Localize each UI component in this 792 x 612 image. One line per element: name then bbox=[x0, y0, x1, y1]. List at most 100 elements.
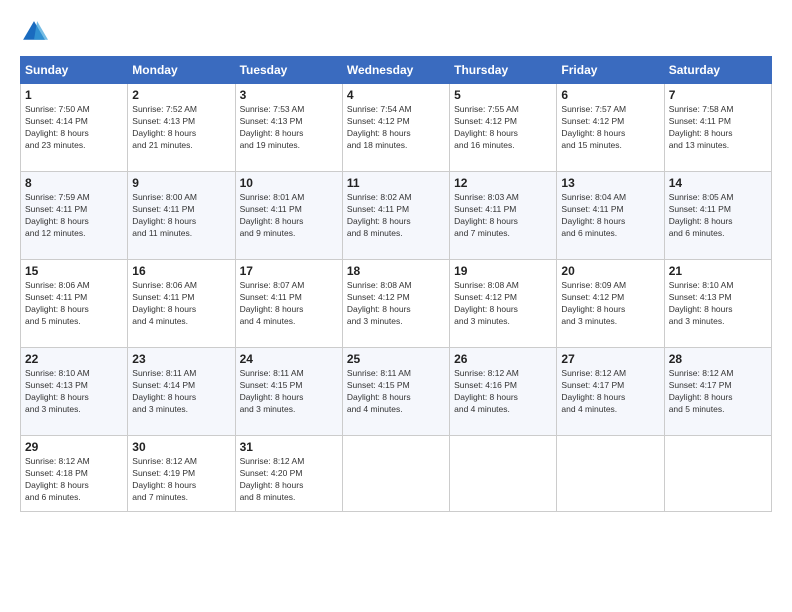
day-info: Sunrise: 8:06 AMSunset: 4:11 PMDaylight:… bbox=[132, 280, 230, 328]
calendar-cell: 4 Sunrise: 7:54 AMSunset: 4:12 PMDaylight… bbox=[342, 84, 449, 172]
day-number: 4 bbox=[347, 88, 445, 102]
day-number: 21 bbox=[669, 264, 767, 278]
day-info: Sunrise: 8:03 AMSunset: 4:11 PMDaylight:… bbox=[454, 192, 552, 240]
calendar-cell bbox=[664, 436, 771, 512]
calendar-cell: 31 Sunrise: 8:12 AMSunset: 4:20 PMDayligh… bbox=[235, 436, 342, 512]
calendar-cell: 6Sunrise: 7:57 AMSunset: 4:12 PMDaylight… bbox=[557, 84, 664, 172]
day-number: 7 bbox=[669, 88, 767, 102]
calendar-cell: 15Sunrise: 8:06 AMSunset: 4:11 PMDayligh… bbox=[21, 260, 128, 348]
day-number: 26 bbox=[454, 352, 552, 366]
calendar-cell: 29Sunrise: 8:12 AMSunset: 4:18 PMDayligh… bbox=[21, 436, 128, 512]
day-number: 5 bbox=[454, 88, 552, 102]
dow-header-tuesday: Tuesday bbox=[235, 57, 342, 84]
week-row-5: 29Sunrise: 8:12 AMSunset: 4:18 PMDayligh… bbox=[21, 436, 772, 512]
day-info: Sunrise: 8:11 AMSunset: 4:15 PMDaylight:… bbox=[347, 368, 445, 416]
calendar-cell bbox=[557, 436, 664, 512]
calendar-cell: 21 Sunrise: 8:10 AMSunset: 4:13 PMDayligh… bbox=[664, 260, 771, 348]
day-number: 27 bbox=[561, 352, 659, 366]
calendar-cell: 5 Sunrise: 7:55 AMSunset: 4:12 PMDaylight… bbox=[450, 84, 557, 172]
day-info: Sunrise: 7:55 AMSunset: 4:12 PMDaylight:… bbox=[454, 104, 552, 152]
day-number: 8 bbox=[25, 176, 123, 190]
day-info: Sunrise: 8:12 AMSunset: 4:17 PMDaylight:… bbox=[561, 368, 659, 416]
day-info: Sunrise: 8:12 AMSunset: 4:18 PMDaylight:… bbox=[25, 456, 123, 504]
day-info: Sunrise: 7:53 AMSunset: 4:13 PMDaylight:… bbox=[240, 104, 338, 152]
day-number: 19 bbox=[454, 264, 552, 278]
calendar-cell: 8 Sunrise: 7:59 AMSunset: 4:11 PMDaylight… bbox=[21, 172, 128, 260]
day-info: Sunrise: 8:12 AMSunset: 4:16 PMDaylight:… bbox=[454, 368, 552, 416]
dow-header-friday: Friday bbox=[557, 57, 664, 84]
day-info: Sunrise: 8:02 AMSunset: 4:11 PMDaylight:… bbox=[347, 192, 445, 240]
day-info: Sunrise: 7:52 AMSunset: 4:13 PMDaylight:… bbox=[132, 104, 230, 152]
calendar-cell: 30 Sunrise: 8:12 AMSunset: 4:19 PMDayligh… bbox=[128, 436, 235, 512]
dow-header-sunday: Sunday bbox=[21, 57, 128, 84]
day-number: 17 bbox=[240, 264, 338, 278]
day-info: Sunrise: 8:00 AMSunset: 4:11 PMDaylight:… bbox=[132, 192, 230, 240]
day-info: Sunrise: 8:08 AMSunset: 4:12 PMDaylight:… bbox=[454, 280, 552, 328]
week-row-4: 22 Sunrise: 8:10 AMSunset: 4:13 PMDayligh… bbox=[21, 348, 772, 436]
day-info: Sunrise: 8:07 AMSunset: 4:11 PMDaylight:… bbox=[240, 280, 338, 328]
day-info: Sunrise: 8:01 AMSunset: 4:11 PMDaylight:… bbox=[240, 192, 338, 240]
calendar-cell: 11 Sunrise: 8:02 AMSunset: 4:11 PMDayligh… bbox=[342, 172, 449, 260]
day-number: 10 bbox=[240, 176, 338, 190]
day-info: Sunrise: 8:12 AMSunset: 4:19 PMDaylight:… bbox=[132, 456, 230, 504]
day-number: 14 bbox=[669, 176, 767, 190]
day-info: Sunrise: 8:12 AMSunset: 4:20 PMDaylight:… bbox=[240, 456, 338, 504]
day-of-week-row: SundayMondayTuesdayWednesdayThursdayFrid… bbox=[21, 57, 772, 84]
dow-header-thursday: Thursday bbox=[450, 57, 557, 84]
day-number: 28 bbox=[669, 352, 767, 366]
calendar-cell: 22 Sunrise: 8:10 AMSunset: 4:13 PMDayligh… bbox=[21, 348, 128, 436]
logo-icon bbox=[20, 18, 48, 46]
day-info: Sunrise: 8:10 AMSunset: 4:13 PMDaylight:… bbox=[669, 280, 767, 328]
calendar-cell: 18 Sunrise: 8:08 AMSunset: 4:12 PMDayligh… bbox=[342, 260, 449, 348]
calendar-cell: 3 Sunrise: 7:53 AMSunset: 4:13 PMDaylight… bbox=[235, 84, 342, 172]
day-number: 2 bbox=[132, 88, 230, 102]
calendar-cell: 17 Sunrise: 8:07 AMSunset: 4:11 PMDayligh… bbox=[235, 260, 342, 348]
day-info: Sunrise: 7:54 AMSunset: 4:12 PMDaylight:… bbox=[347, 104, 445, 152]
day-number: 13 bbox=[561, 176, 659, 190]
day-number: 18 bbox=[347, 264, 445, 278]
week-row-2: 8 Sunrise: 7:59 AMSunset: 4:11 PMDaylight… bbox=[21, 172, 772, 260]
day-info: Sunrise: 8:05 AMSunset: 4:11 PMDaylight:… bbox=[669, 192, 767, 240]
calendar-cell: 10 Sunrise: 8:01 AMSunset: 4:11 PMDayligh… bbox=[235, 172, 342, 260]
calendar-cell: 9 Sunrise: 8:00 AMSunset: 4:11 PMDaylight… bbox=[128, 172, 235, 260]
calendar-cell: 7 Sunrise: 7:58 AMSunset: 4:11 PMDaylight… bbox=[664, 84, 771, 172]
day-number: 25 bbox=[347, 352, 445, 366]
day-number: 30 bbox=[132, 440, 230, 454]
day-number: 31 bbox=[240, 440, 338, 454]
day-info: Sunrise: 8:11 AMSunset: 4:15 PMDaylight:… bbox=[240, 368, 338, 416]
day-number: 23 bbox=[132, 352, 230, 366]
week-row-1: 1 Sunrise: 7:50 AMSunset: 4:14 PMDaylight… bbox=[21, 84, 772, 172]
calendar-cell: 12 Sunrise: 8:03 AMSunset: 4:11 PMDayligh… bbox=[450, 172, 557, 260]
calendar-cell: 26 Sunrise: 8:12 AMSunset: 4:16 PMDayligh… bbox=[450, 348, 557, 436]
dow-header-monday: Monday bbox=[128, 57, 235, 84]
day-info: Sunrise: 8:08 AMSunset: 4:12 PMDaylight:… bbox=[347, 280, 445, 328]
day-info: Sunrise: 8:04 AMSunset: 4:11 PMDaylight:… bbox=[561, 192, 659, 240]
day-number: 9 bbox=[132, 176, 230, 190]
day-number: 20 bbox=[561, 264, 659, 278]
day-info: Sunrise: 7:58 AMSunset: 4:11 PMDaylight:… bbox=[669, 104, 767, 152]
day-number: 3 bbox=[240, 88, 338, 102]
calendar-cell: 25 Sunrise: 8:11 AMSunset: 4:15 PMDayligh… bbox=[342, 348, 449, 436]
day-number: 1 bbox=[25, 88, 123, 102]
calendar-cell: 24 Sunrise: 8:11 AMSunset: 4:15 PMDayligh… bbox=[235, 348, 342, 436]
calendar-cell: 14 Sunrise: 8:05 AMSunset: 4:11 PMDayligh… bbox=[664, 172, 771, 260]
week-row-3: 15Sunrise: 8:06 AMSunset: 4:11 PMDayligh… bbox=[21, 260, 772, 348]
calendar-cell: 13 Sunrise: 8:04 AMSunset: 4:11 PMDayligh… bbox=[557, 172, 664, 260]
calendar-cell bbox=[450, 436, 557, 512]
calendar-cell: 16Sunrise: 8:06 AMSunset: 4:11 PMDayligh… bbox=[128, 260, 235, 348]
day-info: Sunrise: 8:06 AMSunset: 4:11 PMDaylight:… bbox=[25, 280, 123, 328]
header bbox=[20, 18, 772, 46]
day-info: Sunrise: 7:59 AMSunset: 4:11 PMDaylight:… bbox=[25, 192, 123, 240]
day-info: Sunrise: 8:10 AMSunset: 4:13 PMDaylight:… bbox=[25, 368, 123, 416]
day-info: Sunrise: 8:09 AMSunset: 4:12 PMDaylight:… bbox=[561, 280, 659, 328]
calendar-cell: 27 Sunrise: 8:12 AMSunset: 4:17 PMDayligh… bbox=[557, 348, 664, 436]
day-number: 12 bbox=[454, 176, 552, 190]
day-number: 22 bbox=[25, 352, 123, 366]
calendar-cell: 1 Sunrise: 7:50 AMSunset: 4:14 PMDaylight… bbox=[21, 84, 128, 172]
page: SundayMondayTuesdayWednesdayThursdayFrid… bbox=[0, 0, 792, 612]
calendar-cell: 28 Sunrise: 8:12 AMSunset: 4:17 PMDayligh… bbox=[664, 348, 771, 436]
day-number: 24 bbox=[240, 352, 338, 366]
day-info: Sunrise: 7:50 AMSunset: 4:14 PMDaylight:… bbox=[25, 104, 123, 152]
day-info: Sunrise: 8:12 AMSunset: 4:17 PMDaylight:… bbox=[669, 368, 767, 416]
day-number: 11 bbox=[347, 176, 445, 190]
